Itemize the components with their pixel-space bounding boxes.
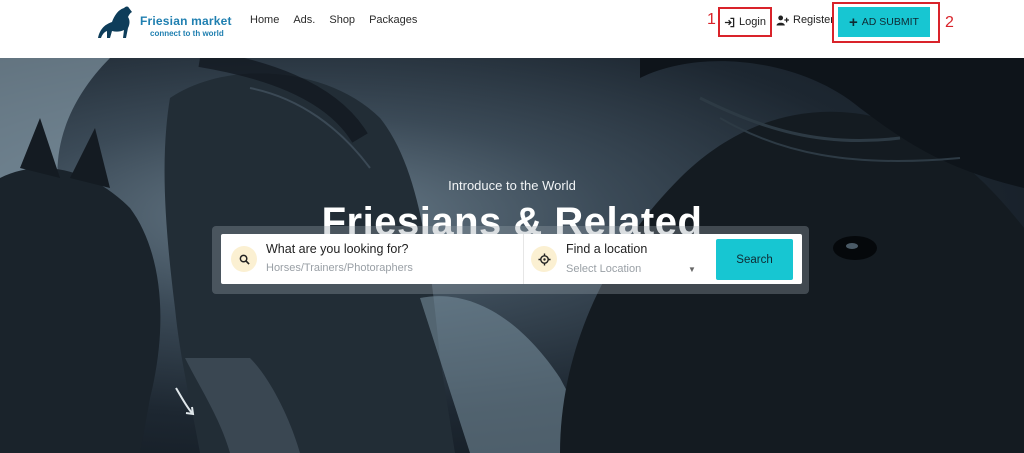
- login-label: Login: [739, 16, 766, 28]
- annotation-1: 1: [707, 11, 716, 28]
- where-label: Find a location: [566, 242, 648, 256]
- user-plus-icon: [776, 15, 789, 26]
- horse-logo-icon: [98, 6, 132, 38]
- sign-in-icon: [724, 17, 735, 27]
- annotation-2: 2: [945, 14, 954, 31]
- chevron-down-icon[interactable]: ▼: [688, 265, 696, 274]
- search-button[interactable]: Search: [716, 239, 793, 280]
- main-nav: Home Ads. Shop Packages: [250, 14, 417, 26]
- logo-tagline: connect to th world: [150, 29, 224, 38]
- ad-submit-button[interactable]: + AD SUBMIT: [838, 7, 930, 37]
- register-button[interactable]: Register: [776, 14, 834, 26]
- site-logo[interactable]: Friesian market connect to th world: [96, 4, 232, 44]
- hero-subtitle: Introduce to the World: [448, 178, 576, 193]
- register-label: Register: [793, 14, 834, 26]
- search-divider: [523, 234, 524, 284]
- login-button[interactable]: Login: [718, 7, 772, 37]
- nav-item-ads[interactable]: Ads.: [293, 14, 315, 26]
- nav-item-packages[interactable]: Packages: [369, 14, 417, 26]
- search-panel: What are you looking for? Horses/Trainer…: [221, 234, 802, 284]
- nav-item-shop[interactable]: Shop: [329, 14, 355, 26]
- what-input[interactable]: Horses/Trainers/Photoraphers: [266, 262, 413, 274]
- site-header: Friesian market connect to th world Home…: [0, 0, 1024, 58]
- what-label: What are you looking for?: [266, 242, 409, 256]
- nav-item-home[interactable]: Home: [250, 14, 279, 26]
- ad-submit-label: AD SUBMIT: [861, 16, 919, 28]
- plus-icon: +: [849, 13, 858, 31]
- crosshair-icon: [531, 246, 557, 272]
- logo-title: Friesian market: [140, 14, 232, 28]
- location-select[interactable]: Select Location: [566, 263, 641, 275]
- search-icon: [231, 246, 257, 272]
